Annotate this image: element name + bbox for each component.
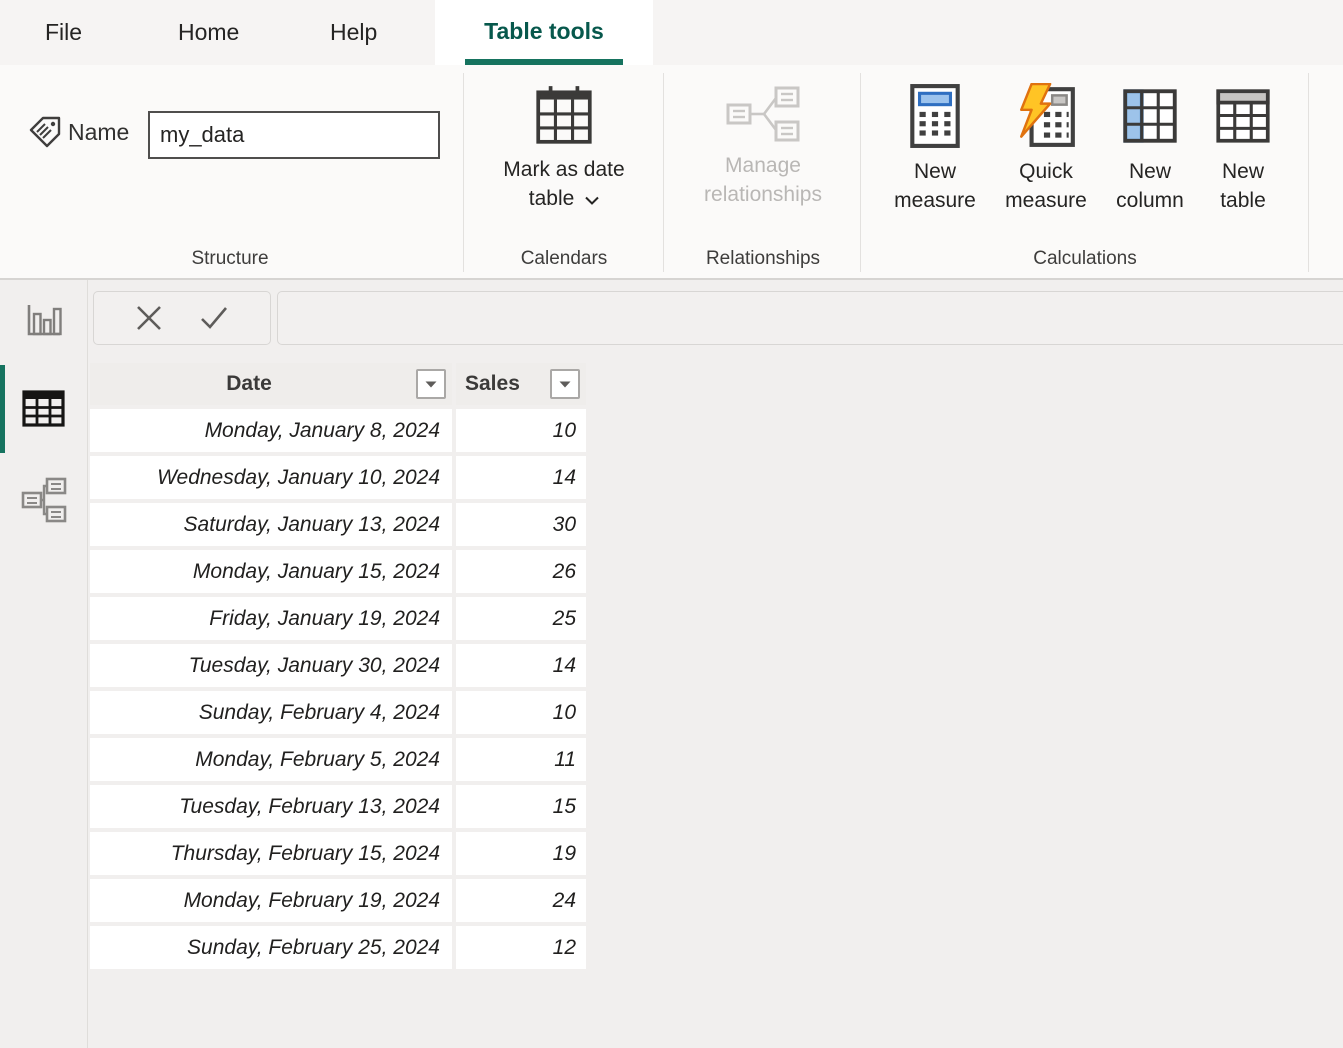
checkmark-icon: [199, 304, 229, 332]
sales-cell[interactable]: 11: [456, 738, 586, 781]
ribbon-divider: [1308, 73, 1309, 272]
group-label-calendars: Calendars: [464, 248, 664, 270]
table-name-label: Name: [68, 119, 129, 146]
filter-dropdown-icon: [559, 381, 571, 388]
table-row: Monday, January 15, 2024 26: [90, 550, 586, 593]
column-header-sales[interactable]: Sales: [456, 363, 586, 405]
tab-home[interactable]: Home: [178, 0, 239, 65]
active-view-indicator: [0, 365, 5, 453]
column-header-date[interactable]: Date: [90, 363, 452, 405]
sales-cell[interactable]: 26: [456, 550, 586, 593]
filter-dropdown-icon: [425, 381, 437, 388]
quick-measure-label-line1: Quick: [1019, 157, 1073, 186]
new-measure-label-line2: measure: [894, 186, 976, 215]
sales-cell[interactable]: 25: [456, 597, 586, 640]
new-measure-icon: [906, 83, 964, 149]
sales-cell[interactable]: 30: [456, 503, 586, 546]
formula-bar-actions: [93, 291, 271, 345]
chevron-down-icon: [585, 196, 599, 205]
new-measure-label-line1: New: [914, 157, 956, 186]
group-label-relationships: Relationships: [663, 248, 863, 270]
table-row: Sunday, February 4, 2024 10: [90, 691, 586, 734]
table-row: Wednesday, January 10, 2024 14: [90, 456, 586, 499]
table-row: Tuesday, February 13, 2024 15: [90, 785, 586, 828]
quick-measure-label-line2: measure: [1005, 186, 1087, 215]
ribbon-tab-strip: File Home Help Table tools: [0, 0, 1343, 65]
new-table-button[interactable]: New table: [1183, 83, 1303, 215]
sales-cell[interactable]: 15: [456, 785, 586, 828]
sales-cell[interactable]: 19: [456, 832, 586, 875]
sales-cell[interactable]: 10: [456, 691, 586, 734]
close-icon: [135, 304, 163, 332]
table-row: Sunday, February 25, 2024 12: [90, 926, 586, 969]
model-view-icon[interactable]: [21, 477, 67, 523]
manage-relationships-button: Manage relationships: [679, 85, 847, 209]
date-cell[interactable]: Friday, January 19, 2024: [90, 597, 452, 640]
date-cell[interactable]: Tuesday, January 30, 2024: [90, 644, 452, 687]
tab-help[interactable]: Help: [330, 0, 377, 65]
quick-measure-icon: [1013, 83, 1079, 149]
date-cell[interactable]: Thursday, February 15, 2024: [90, 832, 452, 875]
date-cell[interactable]: Monday, January 15, 2024: [90, 550, 452, 593]
column-header-date-label: Date: [226, 372, 272, 396]
ribbon-divider: [463, 73, 464, 272]
table-name-input[interactable]: [148, 111, 440, 159]
tab-table-tools[interactable]: Table tools: [435, 0, 653, 65]
date-filter-dropdown-button[interactable]: [416, 369, 446, 399]
new-table-label-line2: table: [1220, 186, 1266, 215]
data-grid: Date Sales Monday, January 8, 2024 10 We…: [90, 363, 586, 973]
formula-input[interactable]: [277, 291, 1343, 345]
date-cell[interactable]: Wednesday, January 10, 2024: [90, 456, 452, 499]
sales-cell[interactable]: 10: [456, 409, 586, 452]
manage-relationships-label-line1: Manage: [725, 151, 801, 180]
date-cell[interactable]: Sunday, February 25, 2024: [90, 926, 452, 969]
table-row: Monday, February 5, 2024 11: [90, 738, 586, 781]
cancel-formula-button[interactable]: [135, 304, 163, 332]
data-view-icon[interactable]: [21, 388, 66, 430]
table-row: Monday, February 19, 2024 24: [90, 879, 586, 922]
new-measure-button[interactable]: New measure: [875, 83, 995, 215]
quick-measure-button[interactable]: Quick measure: [986, 83, 1106, 215]
manage-relationships-label-line2: relationships: [704, 180, 822, 209]
new-column-label-line1: New: [1129, 157, 1171, 186]
sales-cell[interactable]: 24: [456, 879, 586, 922]
tab-file[interactable]: File: [45, 0, 82, 65]
sales-cell[interactable]: 14: [456, 644, 586, 687]
group-label-structure: Structure: [130, 248, 330, 270]
table-header-row: Date Sales: [90, 363, 586, 405]
new-table-label-line1: New: [1222, 157, 1264, 186]
mark-as-date-table-label-line1: Mark as date: [503, 155, 624, 184]
sales-cell[interactable]: 14: [456, 456, 586, 499]
table-row: Monday, January 8, 2024 10: [90, 409, 586, 452]
date-cell[interactable]: Monday, February 19, 2024: [90, 879, 452, 922]
manage-relationships-icon: [725, 85, 801, 143]
table-body: Monday, January 8, 2024 10 Wednesday, Ja…: [90, 409, 586, 969]
ribbon-divider: [663, 73, 664, 272]
report-view-icon[interactable]: [24, 301, 64, 341]
tab-table-tools-label: Table tools: [484, 18, 604, 44]
table-row: Friday, January 19, 2024 25: [90, 597, 586, 640]
table-row: Tuesday, January 30, 2024 14: [90, 644, 586, 687]
date-cell[interactable]: Tuesday, February 13, 2024: [90, 785, 452, 828]
calendar-icon: [531, 83, 597, 147]
date-cell[interactable]: Sunday, February 4, 2024: [90, 691, 452, 734]
ribbon-divider: [860, 73, 861, 272]
mark-as-date-table-label-line2: table: [529, 184, 599, 213]
group-label-calculations: Calculations: [985, 248, 1185, 270]
new-column-icon: [1117, 83, 1183, 149]
new-column-label-line2: column: [1116, 186, 1184, 215]
mark-as-date-table-button[interactable]: Mark as date table: [480, 83, 648, 213]
sales-filter-dropdown-button[interactable]: [550, 369, 580, 399]
date-cell[interactable]: Monday, January 8, 2024: [90, 409, 452, 452]
new-table-icon: [1210, 83, 1276, 149]
commit-formula-button[interactable]: [199, 304, 229, 332]
table-row: Saturday, January 13, 2024 30: [90, 503, 586, 546]
table-row: Thursday, February 15, 2024 19: [90, 832, 586, 875]
date-cell[interactable]: Monday, February 5, 2024: [90, 738, 452, 781]
sales-cell[interactable]: 12: [456, 926, 586, 969]
tag-icon: [26, 113, 64, 151]
date-cell[interactable]: Saturday, January 13, 2024: [90, 503, 452, 546]
column-header-sales-label: Sales: [465, 372, 520, 396]
